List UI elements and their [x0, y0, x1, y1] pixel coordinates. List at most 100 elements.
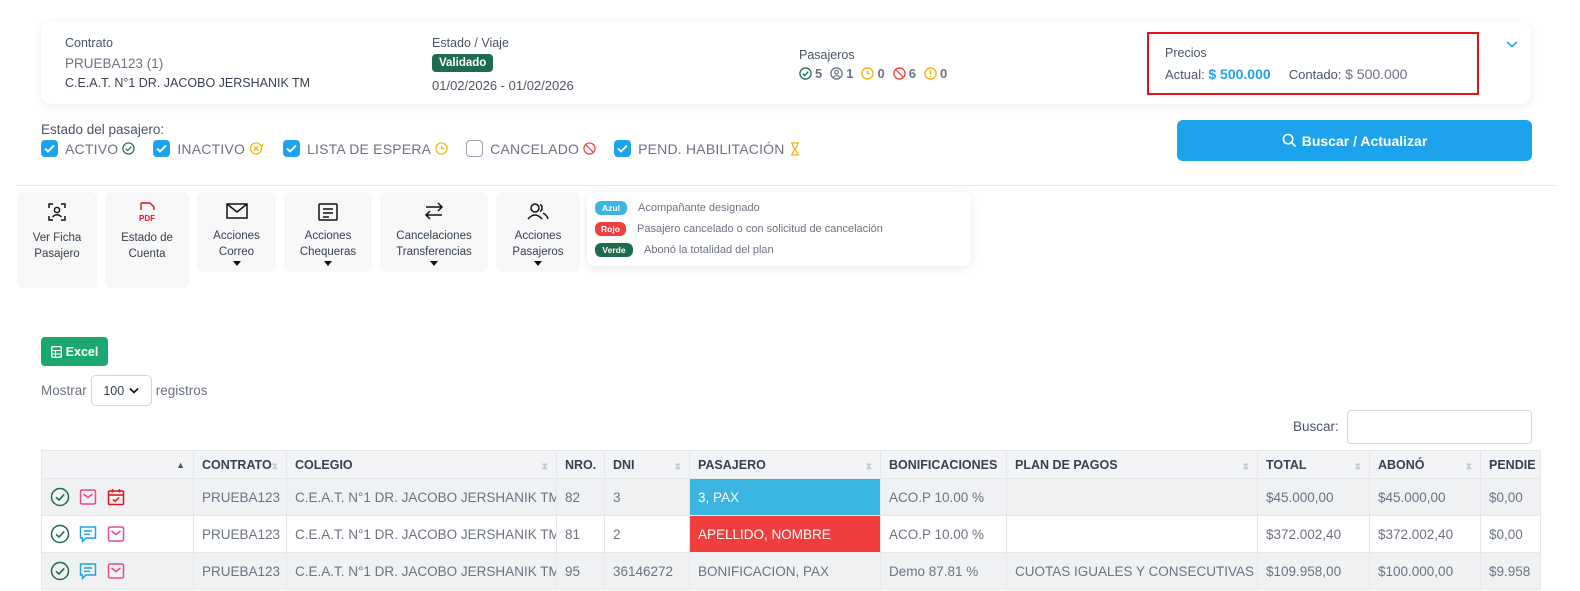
col-total[interactable]: TOTAL ⧗ [1257, 450, 1370, 479]
col-school[interactable]: COLEGIO ⧗ [286, 450, 557, 479]
filter-active[interactable]: ACTIVO [41, 140, 136, 157]
col-status[interactable]: ▲ [41, 450, 194, 479]
table-header-row: ▲ CONTRATO ⧗ COLEGIO ⧗ NRO. DNI ⧗ PASAJERO ⧗… [41, 450, 1541, 479]
passengers-label: Pasajeros [799, 48, 855, 62]
cash-price-label: Contado: [1288, 67, 1342, 82]
sort-icon: ⧗ [541, 461, 548, 471]
table-search-input[interactable] [1347, 410, 1532, 444]
table-cell: C.E.A.T. N°1 DR. JACOBO JERSHANIK TM [286, 515, 557, 553]
table-cell: $372.002,40 [1257, 515, 1370, 553]
table-row[interactable]: PRUEBA123 C.E.A.T. N°1 DR. JACOBO JERSHA… [41, 478, 1541, 516]
checkbox-checked-icon[interactable] [153, 140, 171, 157]
table-cell [41, 552, 194, 590]
col-contract[interactable]: CONTRATO ⧗ [193, 450, 287, 479]
table-cell: $45.000,00 [1369, 478, 1481, 516]
table-cell: 81 [556, 515, 605, 553]
mail-icon [225, 203, 248, 219]
label-text: Correo [218, 246, 255, 258]
table-row[interactable]: PRUEBA123 C.E.A.T. N°1 DR. JACOBO JERSHA… [41, 515, 1541, 553]
sort-icon: ⧗ [271, 461, 278, 471]
legend-tag-blue: Azul [595, 201, 627, 215]
col-discounts[interactable]: BONIFICACIONES [880, 450, 1007, 479]
label-text: Pasajeros [512, 246, 564, 258]
label-text: NRO. [565, 457, 597, 472]
label-text: DNI [613, 457, 635, 472]
collapse-chevron-icon[interactable] [1505, 36, 1519, 54]
table-cell: C.E.A.T. N°1 DR. JACOBO JERSHANIK TM [286, 552, 557, 590]
filter-inactive[interactable]: INACTIVO [153, 140, 265, 157]
users-icon [527, 203, 549, 220]
dropdown-caret-icon [430, 261, 438, 266]
label-text: 6 [908, 66, 916, 81]
page-size-select[interactable]: 100 [90, 375, 152, 406]
filter-waiting-list[interactable]: LISTA DE ESPERA [283, 140, 448, 157]
col-passenger[interactable]: PASAJERO ⧗ [689, 450, 881, 479]
checkbox-checked-icon[interactable] [283, 140, 301, 157]
svg-text:PDF: PDF [139, 214, 155, 223]
label-text: Acompañante designado [638, 202, 760, 214]
cash-price-value: $ 500.000 [1345, 66, 1408, 82]
label-text: Buscar / Actualizar [1301, 132, 1428, 149]
prices-row: Actual: $ 500.000 Contado: $ 500.000 [1165, 66, 1407, 82]
table-cell: $45.000,00 [1257, 478, 1370, 516]
account-status-button[interactable]: PDF Estado de Cuenta [105, 192, 189, 288]
table-cell: Demo 87.81 % [880, 552, 1007, 590]
receipt-icon [318, 203, 338, 221]
col-dni[interactable]: DNI ⧗ [604, 450, 690, 479]
passengers-block: Pasajeros 5 1 0 6 0 [799, 48, 955, 81]
actual-price-label: Actual: [1165, 67, 1205, 82]
passenger-actions-button[interactable]: Acciones Pasajeros [496, 192, 580, 272]
alert-circle-icon [924, 67, 937, 80]
label-text: Chequeras [299, 246, 357, 258]
color-legend: Azul Acompañante designado Rojo Pasajero… [587, 192, 971, 266]
checkbox-checked-icon[interactable] [41, 140, 58, 157]
sort-icon: ▲ [176, 460, 185, 470]
search-update-button[interactable]: Buscar / Actualizar [1177, 120, 1532, 161]
legend-row-blue: Azul Acompañante designado [595, 201, 760, 215]
inactive-count: 1 [830, 66, 853, 81]
col-payment-plan[interactable]: PLAN DE PAGOS ⧗ [1006, 450, 1258, 479]
chevron-down-icon [129, 387, 139, 394]
check-circle-icon [50, 487, 70, 507]
label-text: Cancelaciones [396, 230, 472, 242]
table-cell: $109.958,00 [1257, 552, 1370, 590]
sort-icon: ⧗ [1465, 461, 1472, 471]
clock-icon [435, 142, 448, 155]
mail-open-icon [107, 526, 125, 542]
contract-block: Contrato PRUEBA123 (1) C.E.A.T. N°1 DR. … [65, 36, 310, 90]
view-passenger-file-button[interactable]: Ver Ficha Pasajero [17, 192, 97, 288]
status-label: Estado / Viaje [432, 36, 509, 50]
label-text: 5 [815, 66, 823, 81]
sort-icon: ⧗ [1354, 461, 1361, 471]
filter-pending-enablement[interactable]: PEND. HABILITACIÓN [614, 140, 800, 157]
col-pending[interactable]: PENDIE [1480, 450, 1541, 479]
col-number[interactable]: NRO. [556, 450, 605, 479]
clock-icon [861, 67, 875, 80]
mail-actions-button[interactable]: Acciones Correo [197, 192, 276, 272]
actual-price-value: $ 500.000 [1208, 66, 1271, 82]
check-circle-icon [50, 561, 70, 581]
show-label: Mostrar [41, 383, 87, 398]
x-circle-icon [249, 142, 265, 155]
label-text: 0 [939, 66, 948, 81]
checkbook-actions-button[interactable]: Acciones Chequeras [284, 192, 372, 272]
label-text: TOTAL [1266, 457, 1307, 472]
table-cell: $0,00 [1480, 478, 1541, 516]
search-label: Buscar: [1293, 419, 1339, 434]
col-paid[interactable]: ABONÓ ⧗ [1369, 450, 1481, 479]
excel-export-button[interactable]: Excel [41, 337, 108, 366]
passenger-name-cell: BONIFICACION, PAX [689, 552, 881, 590]
table-row[interactable]: PRUEBA123 C.E.A.T. N°1 DR. JACOBO JERSHA… [41, 552, 1541, 590]
checkbox-checked-icon[interactable] [614, 140, 632, 157]
pdf-icon: PDF [139, 202, 155, 223]
label-text: Acciones [213, 230, 260, 242]
cancellations-transfers-button[interactable]: Cancelaciones Transferencias [380, 192, 488, 272]
table-cell [1006, 515, 1258, 553]
checkbox-unchecked-icon[interactable] [466, 140, 484, 157]
pending-count: 0 [924, 66, 947, 81]
label-text: Excel [65, 344, 99, 359]
passengers-table: ▲ CONTRATO ⧗ COLEGIO ⧗ NRO. DNI ⧗ PASAJERO ⧗… [41, 450, 1541, 590]
filter-cancelled[interactable]: CANCELADO [466, 140, 596, 157]
label-text: LISTA DE ESPERA [307, 140, 432, 157]
spreadsheet-icon [50, 345, 62, 358]
